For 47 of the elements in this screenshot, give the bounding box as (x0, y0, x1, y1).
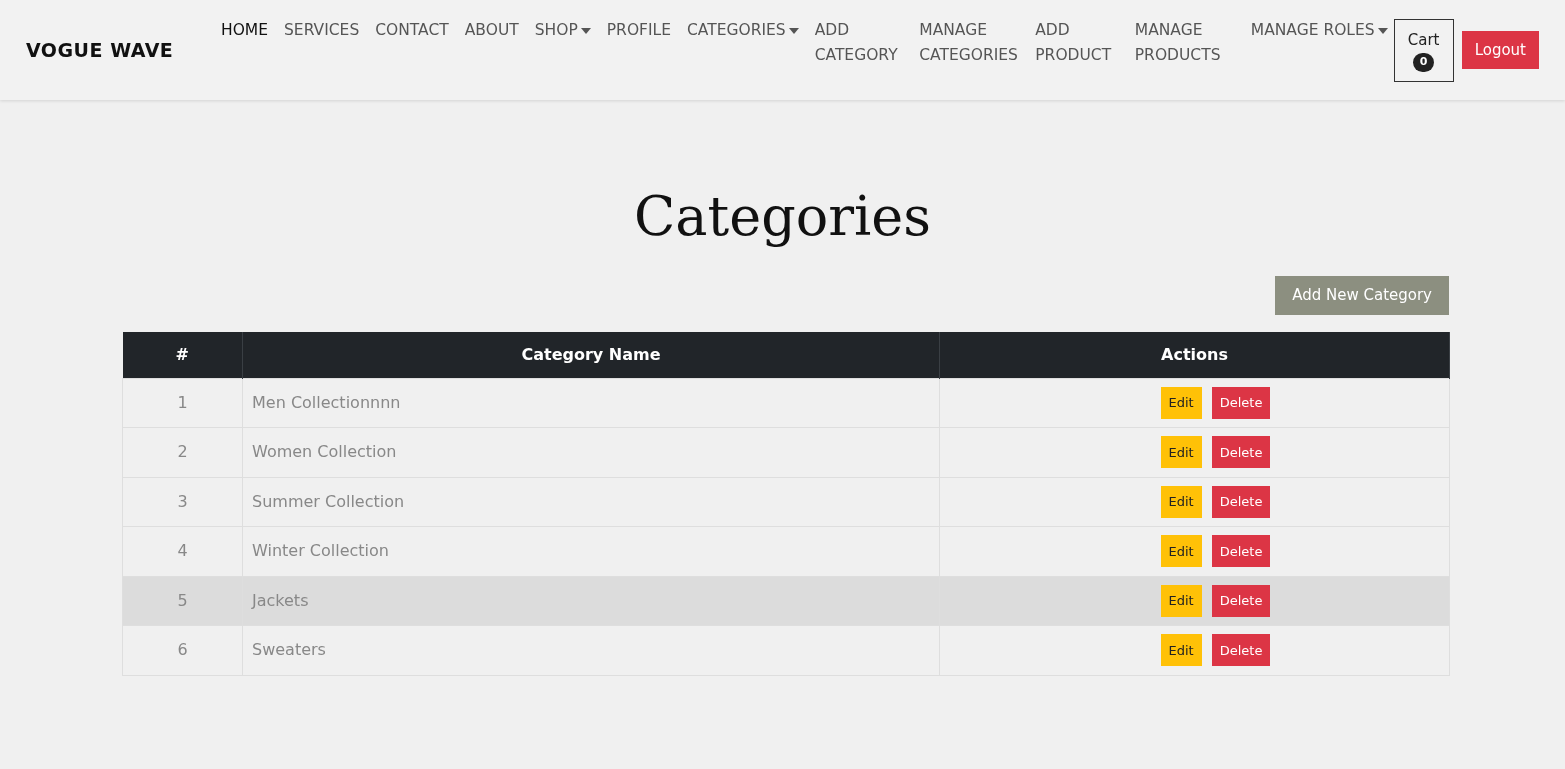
table-row[interactable]: 1 Men Collectionnnn Edit Delete (122, 378, 1450, 428)
nav-link[interactable]: ADD CATEGORY (814, 18, 904, 68)
cart-count-badge: 0 (1412, 53, 1435, 72)
nav-link[interactable]: CATEGORIES (687, 18, 799, 43)
table-cell: Jackets (242, 576, 940, 626)
nav-link[interactable]: MANAGE PRODUCTS (1134, 18, 1235, 68)
edit-button[interactable]: Edit (1160, 535, 1202, 568)
table-cell: Men Collectionnnn (242, 378, 940, 428)
table-cell: 4 (122, 526, 243, 576)
delete-button[interactable]: Delete (1211, 584, 1271, 617)
nav-link[interactable]: SHOP (534, 18, 591, 43)
table-cell: 6 (122, 625, 243, 675)
table-cell: Winter Collection (242, 526, 940, 576)
table-cell: 2 (122, 427, 243, 477)
nav-link[interactable]: CONTACT (375, 18, 449, 43)
delete-button[interactable]: Delete (1211, 634, 1271, 667)
nav-link[interactable]: SERVICES (284, 18, 360, 43)
edit-button[interactable]: Edit (1160, 634, 1202, 667)
edit-button[interactable]: Edit (1160, 485, 1202, 518)
nav-link[interactable]: ABOUT (464, 18, 519, 43)
table-cell: 3 (122, 477, 243, 527)
edit-button[interactable]: Edit (1160, 436, 1202, 469)
edit-button[interactable]: Edit (1160, 584, 1202, 617)
table-row[interactable]: 6 Sweaters Edit Delete (122, 625, 1450, 675)
table-row[interactable]: 4 Winter Collection Edit Delete (122, 526, 1450, 576)
table-cell: Summer Collection (242, 477, 940, 527)
brand-logo[interactable]: VOGUE WAVE (26, 35, 216, 65)
cart-button[interactable]: Cart 0 (1393, 18, 1454, 82)
delete-button[interactable]: Delete (1211, 535, 1271, 568)
delete-button[interactable]: Delete (1211, 485, 1271, 518)
table-row[interactable]: 3 Summer Collection Edit Delete (122, 477, 1450, 527)
nav-link[interactable]: ADD PRODUCT (1035, 18, 1119, 68)
table-cell: Sweaters (242, 625, 940, 675)
delete-button[interactable]: Delete (1211, 436, 1271, 469)
table-cell: 1 (122, 378, 243, 428)
table-cell: Women Collection (242, 427, 940, 477)
logout-button[interactable]: Logout (1461, 31, 1539, 69)
table-row[interactable]: 2 Women Collection Edit Delete (122, 427, 1450, 477)
nav-link[interactable]: MANAGE ROLES (1250, 18, 1388, 43)
nav-link[interactable]: MANAGE CATEGORIES (919, 18, 1020, 68)
page-title: Categories (633, 184, 932, 250)
table-cell: 5 (122, 576, 243, 626)
table-row[interactable]: 5 Jackets Edit Delete (122, 576, 1450, 626)
edit-button[interactable]: Edit (1160, 386, 1202, 419)
nav-link[interactable]: HOME (221, 18, 269, 43)
nav-link[interactable]: PROFILE (606, 18, 671, 43)
delete-button[interactable]: Delete (1211, 386, 1271, 419)
